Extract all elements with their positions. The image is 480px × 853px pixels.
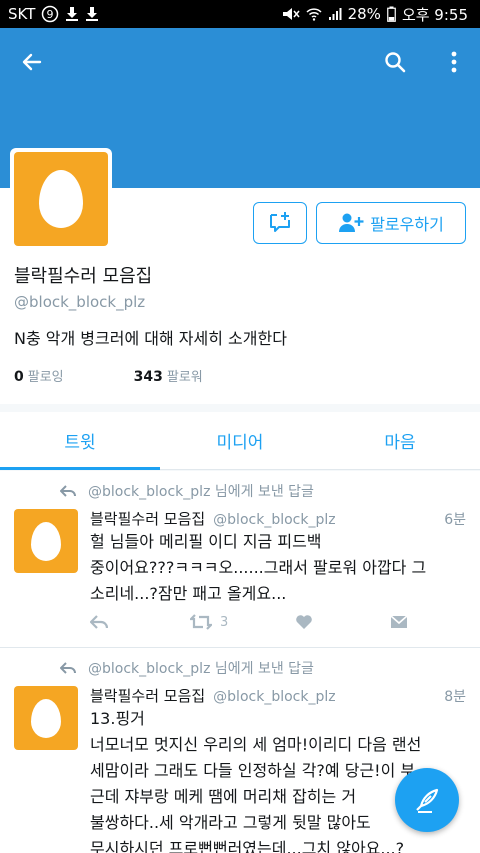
signal-icon — [328, 7, 342, 21]
carrier-badge-icon: 9 — [41, 5, 59, 23]
mute-icon — [282, 7, 300, 21]
follow-button-label: 팔로우하기 — [370, 215, 444, 234]
download-icon — [85, 6, 99, 22]
tweet-header: 블락필수러 모음집 @block_block_plz 8분 — [90, 685, 466, 706]
following-stat[interactable]: 0 팔로잉 — [14, 366, 64, 385]
reply-context: @block_block_plz 님에게 보낸 답글 — [60, 658, 314, 678]
reply-context: @block_block_plz 님에게 보낸 답글 — [60, 481, 314, 501]
back-button[interactable] — [14, 44, 50, 80]
direct-message-button[interactable] — [253, 202, 307, 244]
default-egg-icon — [31, 698, 61, 738]
tweet-actions: 3 — [90, 614, 420, 630]
tweet-text: 헐 님들아 메리필 이디 지금 피드백 중이어요???ㅋㅋㅋ오......그래서… — [90, 532, 427, 603]
direct-message-share-button[interactable] — [390, 615, 408, 629]
battery-icon — [387, 6, 396, 22]
carrier-label: SKT — [8, 5, 36, 23]
reply-icon — [60, 485, 76, 497]
retweet-icon — [190, 614, 212, 630]
compose-tweet-button[interactable] — [395, 768, 459, 832]
download-icon — [65, 6, 79, 22]
tweet-item[interactable]: @block_block_plz 님에게 보낸 답글 블락필수러 모음집 @bl… — [0, 471, 480, 646]
profile-tabs: 트윗 미디어 마음 — [0, 412, 480, 470]
tweet-author-handle: @block_block_plz — [213, 689, 336, 705]
tweet-timestamp: 8분 — [444, 689, 466, 705]
tweet-timestamp: 6분 — [444, 512, 466, 528]
retweet-button[interactable]: 3 — [190, 614, 295, 630]
wifi-icon — [306, 7, 322, 21]
more-vert-icon — [451, 51, 457, 73]
tweet-author-handle: @block_block_plz — [213, 512, 336, 528]
profile-bio: N충 악개 병크러에 대해 자세히 소개한다 — [14, 329, 287, 348]
svg-text:9: 9 — [47, 8, 54, 21]
reply-context-text: @block_block_plz 님에게 보낸 답글 — [88, 484, 314, 500]
tweet-author-name: 블락필수러 모음집 — [90, 687, 206, 705]
following-count: 0 — [14, 369, 24, 385]
reply-button[interactable] — [90, 615, 190, 629]
retweet-count: 3 — [220, 614, 229, 630]
following-label: 팔로잉 — [27, 370, 64, 385]
profile-avatar[interactable] — [10, 148, 112, 250]
message-add-icon — [270, 212, 290, 232]
tab-media[interactable]: 미디어 — [160, 412, 320, 469]
more-options-button[interactable] — [436, 44, 472, 80]
tab-label: 마음 — [384, 433, 416, 453]
followers-label: 팔로워 — [166, 370, 203, 385]
clock-label: 오후 9:55 — [401, 5, 468, 24]
tweet-avatar[interactable] — [14, 686, 78, 750]
default-egg-icon — [39, 170, 83, 228]
search-button[interactable] — [377, 44, 413, 80]
tweet-avatar[interactable] — [14, 509, 78, 573]
profile-handle: @block_block_plz — [14, 293, 146, 311]
default-egg-icon — [31, 521, 61, 561]
tab-tweets[interactable]: 트윗 — [0, 412, 160, 470]
heart-icon — [296, 615, 312, 629]
avatar-background — [14, 152, 108, 246]
tweet-author-name: 블락필수러 모음집 — [90, 510, 206, 528]
status-bar: SKT 9 28% 오후 9:55 — [0, 0, 480, 28]
envelope-icon — [390, 615, 408, 628]
profile-stats: 0 팔로잉 343 팔로워 — [14, 366, 203, 385]
reply-icon — [90, 615, 108, 629]
reply-icon — [60, 662, 76, 674]
follow-button[interactable]: 팔로우하기 — [316, 202, 466, 244]
battery-label: 28% — [347, 5, 381, 23]
tweet-header: 블락필수러 모음집 @block_block_plz 6분 — [90, 508, 466, 529]
tab-label: 트윗 — [64, 433, 96, 453]
like-button[interactable] — [295, 614, 390, 630]
followers-stat[interactable]: 343 팔로워 — [134, 366, 203, 385]
compose-feather-icon — [416, 788, 439, 813]
followers-count: 343 — [133, 369, 163, 385]
tab-label: 미디어 — [216, 433, 264, 453]
arrow-left-icon — [22, 53, 42, 71]
tab-likes[interactable]: 마음 — [320, 412, 480, 469]
profile-name: 블락필수러 모음집 — [14, 266, 153, 287]
reply-context-text: @block_block_plz 님에게 보낸 답글 — [88, 661, 314, 677]
search-icon — [385, 52, 406, 73]
add-user-icon — [339, 213, 364, 232]
